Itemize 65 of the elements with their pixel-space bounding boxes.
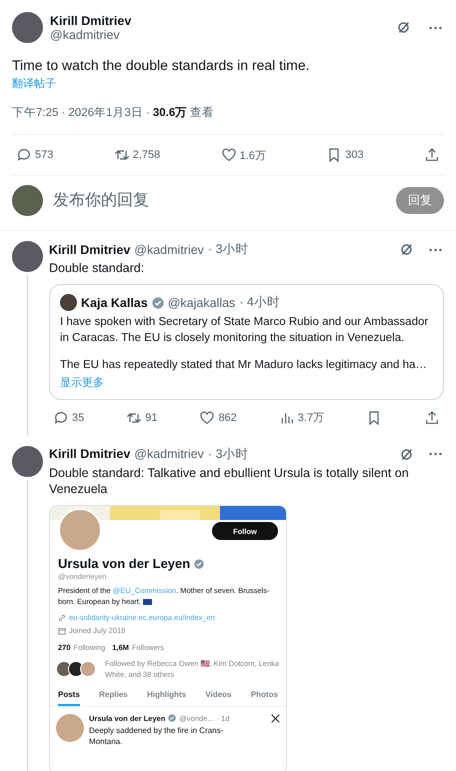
avatar xyxy=(56,714,84,742)
share-icon xyxy=(424,147,440,163)
more-icon[interactable] xyxy=(429,452,442,456)
author-handle[interactable]: @kadmitriev xyxy=(134,242,204,256)
x-logo-icon xyxy=(271,714,280,723)
comment-icon xyxy=(16,147,32,163)
post-time: · 4小时 xyxy=(239,294,280,312)
share-icon xyxy=(424,410,440,426)
like-button[interactable]: 1.6万 xyxy=(220,147,266,163)
author-handle[interactable]: @kadmitriev xyxy=(50,28,390,42)
avatar xyxy=(68,661,84,678)
more-icon[interactable] xyxy=(429,248,442,252)
repost-button[interactable]: 91 xyxy=(126,410,158,426)
post-text: Deeply saddened by the fire in Crans-Montana. xyxy=(89,724,224,747)
quoted-post[interactable] xyxy=(49,284,444,400)
post-time[interactable]: · 3小时 xyxy=(208,241,249,258)
avatar[interactable] xyxy=(12,12,43,43)
eu-flag-icon xyxy=(143,599,152,606)
avatar xyxy=(60,294,77,312)
profile-name: Ursula von der Leyen xyxy=(58,556,190,572)
tab-label[interactable]: Replies xyxy=(99,690,128,706)
avatar[interactable] xyxy=(12,185,43,216)
bookmark-button[interactable]: 303 xyxy=(326,147,364,163)
avatar xyxy=(56,661,72,678)
tab-label[interactable]: Photos xyxy=(250,690,278,706)
views-label: 查看 xyxy=(190,106,214,120)
grok-icon[interactable] xyxy=(400,243,413,256)
repost-button[interactable]: 2,758 xyxy=(114,147,160,163)
author-name[interactable]: Kirill Dmitriev xyxy=(49,242,130,256)
share-button[interactable] xyxy=(424,147,440,163)
author-name[interactable]: Kirill Dmitriev xyxy=(50,14,390,28)
author-name: Kaja Kallas xyxy=(81,296,148,310)
tab-label[interactable]: Videos xyxy=(205,690,232,706)
reply-button[interactable]: 35 xyxy=(53,410,84,426)
reply-text: Double standard: Talkative and ebullient Ursula is totally silent on Venezuela xyxy=(49,464,410,498)
avatar xyxy=(80,661,96,678)
quote-text: The EU has repeatedly stated that Mr Maduro lacks legitimacy and ha… xyxy=(60,358,428,374)
author-handle[interactable]: @kadmitriev xyxy=(134,447,204,462)
tab-label[interactable]: Highlights xyxy=(146,690,186,706)
tab-label[interactable]: Posts xyxy=(58,690,80,706)
reply-button[interactable]: 573 xyxy=(16,147,54,163)
reply-text: Double standard: xyxy=(49,260,146,276)
heart-icon xyxy=(199,410,216,426)
quote-text: I have spoken with Secretary of State Marco Rubio and our Ambassador in Caracas. The EU is closely monitoring the situation in Venezuela. xyxy=(60,315,430,346)
share-button[interactable] xyxy=(424,410,440,426)
grok-icon[interactable] xyxy=(400,448,413,461)
heart-icon xyxy=(220,147,237,163)
post-text: Time to watch the double standards in real time. xyxy=(12,57,311,73)
grok-icon[interactable] xyxy=(397,21,410,34)
reply-button[interactable]: 回复 xyxy=(396,187,444,214)
comment-icon xyxy=(53,410,69,426)
post-time[interactable]: 下午7:25 xyxy=(12,105,58,120)
like-button[interactable]: 862 xyxy=(199,410,237,426)
reply-field[interactable]: 发布你的回复 xyxy=(51,190,388,210)
author-name[interactable]: Kirill Dmitriev xyxy=(49,447,130,462)
avatar[interactable] xyxy=(12,241,43,272)
post-time[interactable]: · 3小时 xyxy=(208,446,249,463)
post-date[interactable]: · 2026年1月3日 · xyxy=(61,105,150,120)
views-button[interactable]: 3.7万 xyxy=(278,410,324,426)
more-icon[interactable] xyxy=(429,26,442,30)
author-handle: @kajakallas xyxy=(168,296,236,310)
link-icon xyxy=(58,614,66,622)
view-count: 30.6万 xyxy=(152,106,188,120)
avatar[interactable] xyxy=(12,446,43,477)
calendar-icon xyxy=(58,626,66,635)
